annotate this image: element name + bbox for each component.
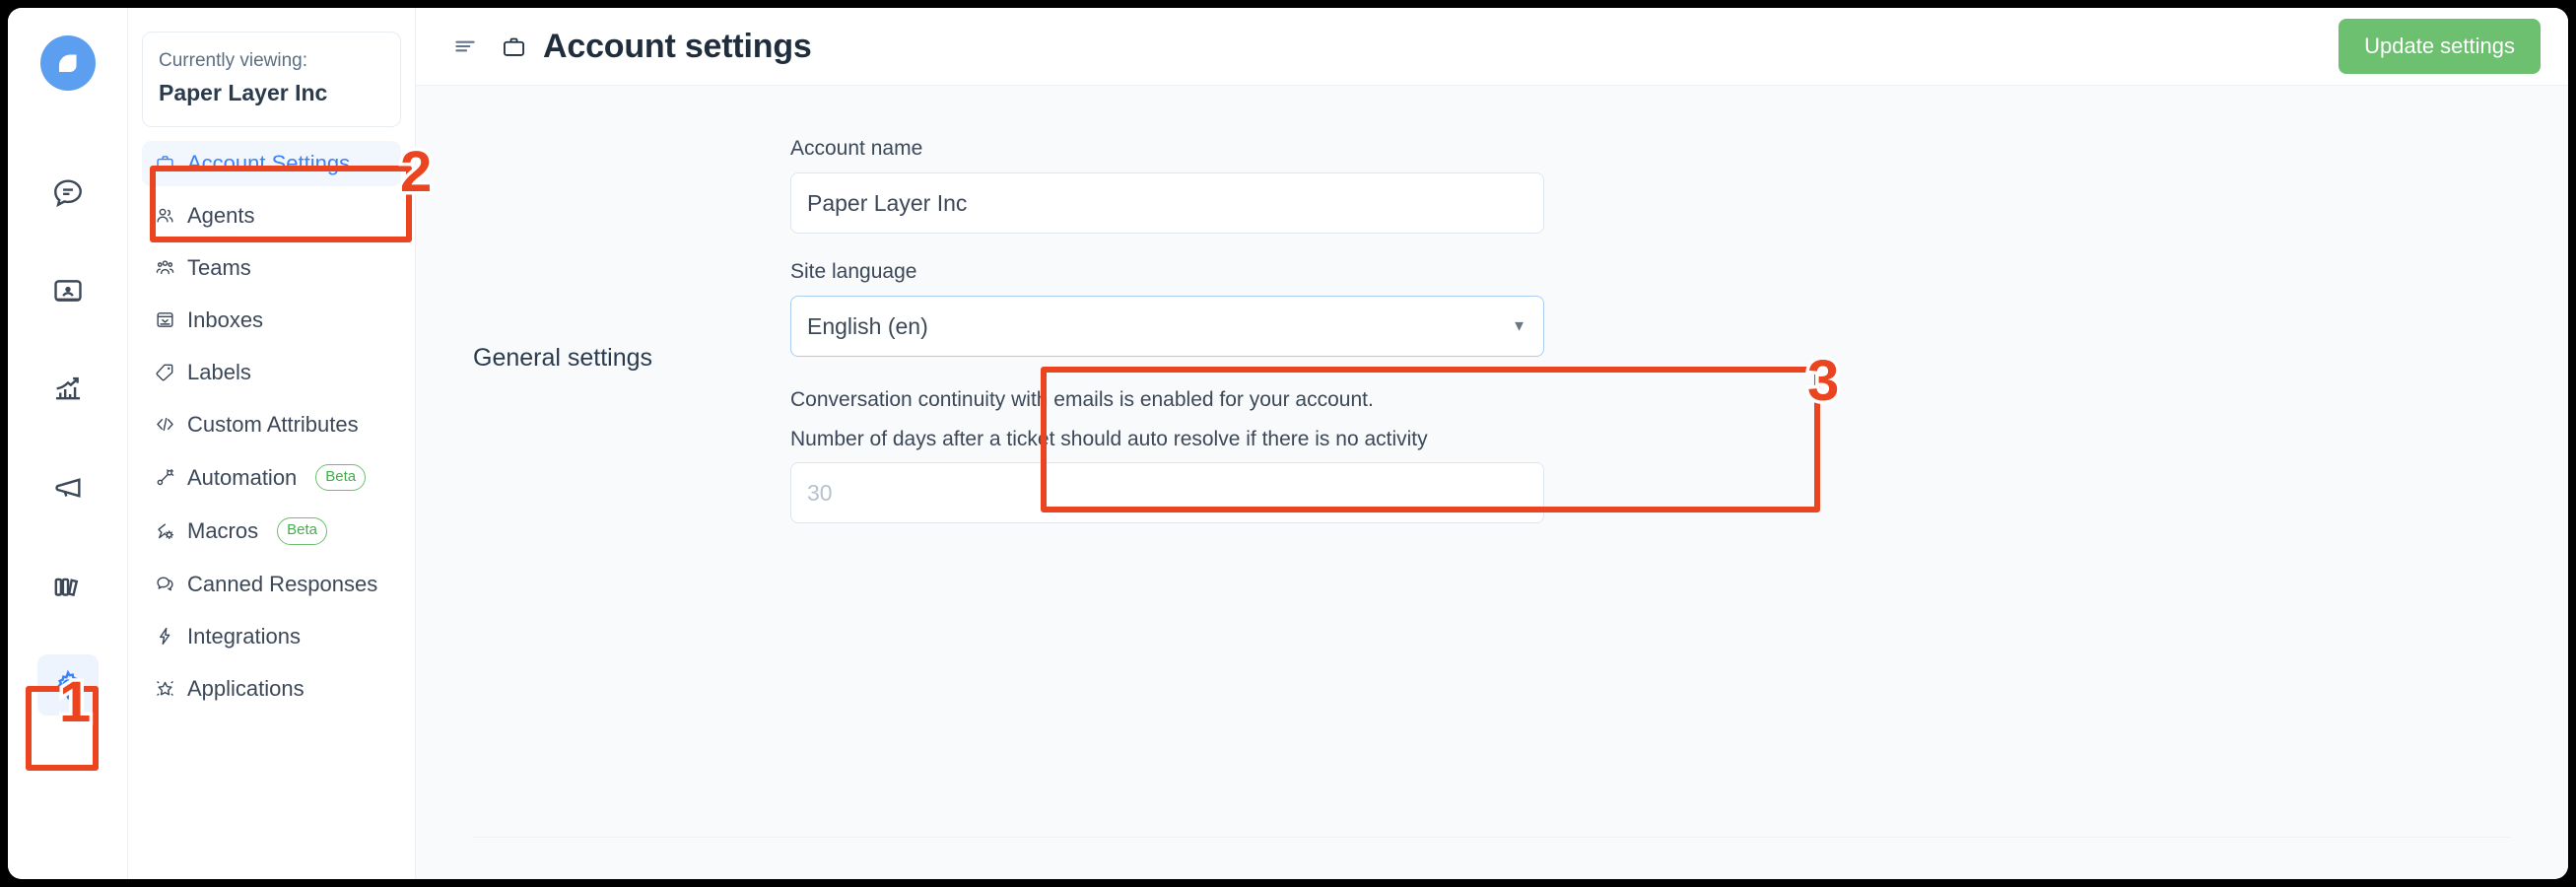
auto-resolve-field: Conversation continuity with emails is e… xyxy=(790,383,1544,524)
sidebar-item-teams[interactable]: Teams xyxy=(142,245,401,291)
settings-content: General settings Account name Site langu… xyxy=(416,86,2568,879)
auto-resolve-days-input[interactable] xyxy=(790,462,1544,524)
inbox-icon xyxy=(154,309,175,331)
sidebar-item-agents[interactable]: Agents xyxy=(142,193,401,239)
sidebar-item-labels[interactable]: Labels xyxy=(142,350,401,395)
sidebar-item-label: Canned Responses xyxy=(187,571,378,596)
sidebar-item-inboxes[interactable]: Inboxes xyxy=(142,298,401,343)
page-header: Account settings Update settings xyxy=(416,8,2568,86)
sidebar-item-label: Automation xyxy=(187,464,298,490)
site-language-label: Site language xyxy=(790,260,917,283)
sidebar-item-label: Teams xyxy=(187,254,251,280)
briefcase-icon xyxy=(501,34,527,60)
account-name-input[interactable] xyxy=(790,172,1544,234)
help-center-books-icon xyxy=(51,570,85,603)
settings-gear-icon xyxy=(51,668,85,702)
macros-gear-icon xyxy=(154,520,175,542)
update-settings-button[interactable]: Update settings xyxy=(2339,19,2541,74)
conversation-continuity-note: Conversation continuity with emails is e… xyxy=(790,388,1374,411)
beta-badge: Beta xyxy=(277,517,327,545)
automation-flow-icon xyxy=(154,467,175,489)
briefcase-icon xyxy=(154,153,175,174)
sidebar-item-label: Integrations xyxy=(187,623,301,648)
currently-viewing-account: Paper Layer Inc xyxy=(159,80,328,106)
section-divider xyxy=(473,837,2511,838)
chatwoot-logo xyxy=(39,35,96,91)
tag-icon xyxy=(154,362,175,383)
rail-item-campaigns[interactable] xyxy=(37,457,99,518)
sidebar-item-integrations[interactable]: Integrations xyxy=(142,614,401,659)
sidebar-item-label: Inboxes xyxy=(187,307,264,332)
app-window: Currently viewing: Paper Layer Inc Accou… xyxy=(8,8,2568,879)
account-name-field: Account name xyxy=(790,137,1544,234)
rail-item-contacts[interactable] xyxy=(37,260,99,321)
page-title-group: Account settings xyxy=(501,28,812,66)
rail-item-help-center[interactable] xyxy=(37,556,99,617)
chat-bubbles-icon xyxy=(154,574,175,595)
screenshot-root: Currently viewing: Paper Layer Inc Accou… xyxy=(0,0,2576,887)
sidebar-item-custom-attributes[interactable]: Custom Attributes xyxy=(142,402,401,447)
users-icon xyxy=(154,205,175,227)
rail-item-conversations[interactable] xyxy=(37,162,99,223)
sidebar-item-applications[interactable]: Applications xyxy=(142,666,401,712)
account-name-label: Account name xyxy=(790,137,923,160)
contacts-card-icon xyxy=(51,274,85,307)
sidebar-item-label: Account Settings xyxy=(187,150,351,175)
section-label: General settings xyxy=(473,344,653,372)
code-brackets-icon xyxy=(154,414,175,436)
team-group-icon xyxy=(154,257,175,279)
site-language-field: Site language English (en) ▼ xyxy=(790,260,1544,357)
primary-icon-rail xyxy=(8,8,128,879)
general-settings-section: General settings Account name Site langu… xyxy=(416,137,2568,550)
sidebar-item-label: Custom Attributes xyxy=(187,411,359,437)
reports-chart-icon xyxy=(51,373,85,406)
sidebar-item-automation[interactable]: Automation Beta xyxy=(142,454,401,502)
sidebar-item-label: Macros xyxy=(187,518,259,544)
sidebar-item-label: Agents xyxy=(187,202,255,228)
auto-resolve-label: Number of days after a ticket should aut… xyxy=(790,428,1428,451)
sidebar-item-canned-responses[interactable]: Canned Responses xyxy=(142,562,401,607)
site-language-select-wrap: English (en) ▼ xyxy=(790,296,1544,357)
campaigns-megaphone-icon xyxy=(51,471,85,505)
site-language-select[interactable]: English (en) xyxy=(790,296,1544,357)
sidebar-item-label: Labels xyxy=(187,359,251,384)
hamburger-menu-icon[interactable] xyxy=(451,33,479,60)
settings-sidebar: Currently viewing: Paper Layer Inc Accou… xyxy=(128,8,416,879)
rail-item-settings[interactable] xyxy=(36,654,99,716)
star-sparkle-icon xyxy=(154,678,175,700)
rail-item-reports[interactable] xyxy=(37,359,99,420)
currently-viewing-label: Currently viewing: xyxy=(159,50,307,71)
main-area: Account settings Update settings General… xyxy=(416,8,2568,879)
sidebar-item-macros[interactable]: Macros Beta xyxy=(142,508,401,555)
sidebar-item-label: Applications xyxy=(187,675,305,701)
currently-viewing-card[interactable]: Currently viewing: Paper Layer Inc xyxy=(142,32,401,127)
conversations-chat-icon xyxy=(51,175,85,209)
settings-form: Account name Site language English (en) … xyxy=(769,137,1544,550)
site-language-selected-value: English (en) xyxy=(807,312,928,339)
page-title: Account settings xyxy=(543,27,812,65)
sidebar-item-account-settings[interactable]: Account Settings xyxy=(142,140,401,186)
lightning-plug-icon xyxy=(154,626,175,648)
beta-badge: Beta xyxy=(315,463,367,492)
